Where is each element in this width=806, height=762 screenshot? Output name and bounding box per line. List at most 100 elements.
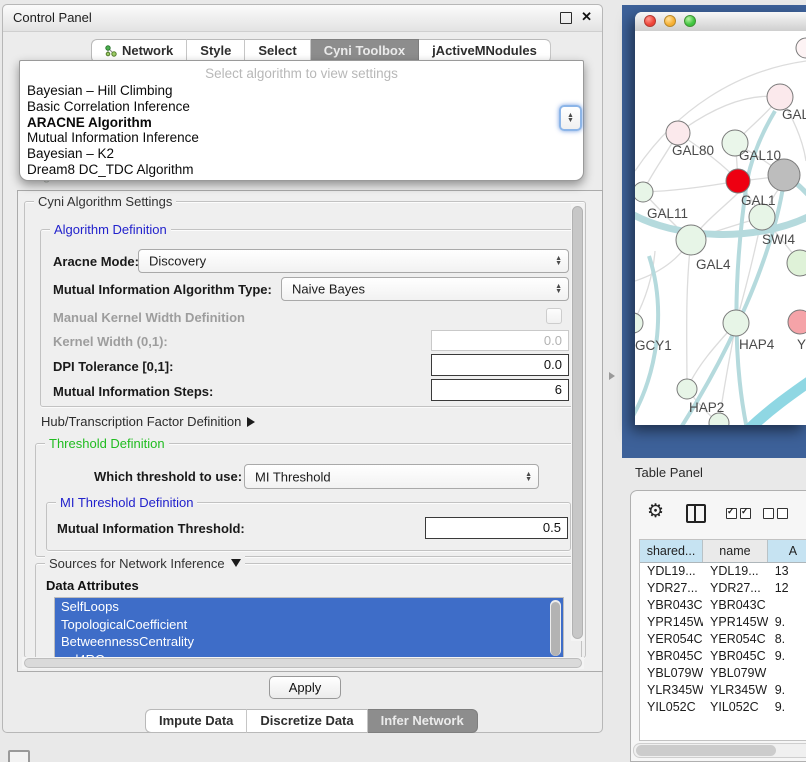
node-swi4[interactable] (787, 250, 806, 276)
column-header-3[interactable]: A (768, 540, 806, 562)
dropdown-item[interactable]: Dream8 DC_TDC Algorithm (20, 162, 583, 178)
node-gal4[interactable] (676, 225, 706, 255)
dropdown-item[interactable]: Bayesian – Hill Climbing (20, 83, 583, 99)
node-hap4[interactable] (723, 310, 749, 336)
table-panel: ⚙ shared...nameA YDL19...YDL19...13YDR27… (630, 490, 806, 762)
mi-type-value: Naive Bayes (292, 282, 365, 297)
which-threshold-label: Which threshold to use: (94, 469, 242, 484)
panel-splitter-handle[interactable] (609, 372, 615, 380)
table-row[interactable]: YBL079WYBL079W (640, 665, 806, 682)
float-window-icon[interactable] (560, 12, 572, 24)
mi-threshold-group: MI Threshold Definition Mutual Informati… (46, 502, 571, 551)
settings-vertical-scrollbar[interactable] (571, 204, 584, 641)
hub-definition-expander[interactable]: Hub/Transcription Factor Definition (41, 414, 255, 429)
data-attributes-label: Data Attributes (46, 578, 139, 593)
close-traffic-light-icon[interactable] (644, 15, 656, 27)
which-threshold-select[interactable]: MI Threshold ▲▼ (244, 464, 539, 489)
tab-label: jActiveMNodules (432, 40, 537, 62)
mi-threshold-input[interactable]: 0.5 (425, 517, 568, 539)
algorithm-combo-spinner[interactable]: ▲▼ (559, 105, 582, 131)
node-gal10-label: GAL10 (739, 148, 781, 163)
node-gcy1[interactable] (635, 313, 643, 333)
table-cell (768, 597, 806, 614)
table-cell: YPR145W (640, 614, 703, 631)
tab-label: Infer Network (381, 710, 464, 732)
column-header-1[interactable]: shared... (640, 540, 703, 562)
table-horizontal-scrollbar[interactable] (633, 743, 806, 758)
table-cell: YPR145W (703, 614, 768, 631)
node-red[interactable] (726, 169, 750, 193)
node-gal11[interactable] (635, 182, 653, 202)
table-row[interactable]: YDL19...YDL19...13 (640, 563, 806, 580)
columns-icon[interactable] (686, 504, 706, 523)
column-header-2[interactable]: name (703, 540, 768, 562)
tab-discretize-data[interactable]: Discretize Data (247, 709, 367, 733)
kernel-width-input[interactable]: 0.0 (431, 330, 569, 351)
table-row[interactable]: YBR045CYBR045C9. (640, 648, 806, 665)
apply-button[interactable]: Apply (269, 676, 341, 699)
table-cell: YBL079W (703, 665, 768, 682)
deselect-all-checks-icon[interactable] (763, 508, 788, 519)
table-row[interactable]: YBR043CYBR043C (640, 597, 806, 614)
table-row[interactable]: YER054CYER054C8. (640, 631, 806, 648)
table-cell: YDR27... (703, 580, 768, 597)
gear-icon[interactable]: ⚙ (647, 500, 664, 523)
node-hap2[interactable] (677, 379, 697, 399)
mi-type-select[interactable]: Naive Bayes ▲▼ (281, 277, 569, 301)
sources-group-title[interactable]: Sources for Network Inference (45, 556, 245, 571)
table-cell: 9. (768, 682, 806, 699)
table-cell: YDR27... (640, 580, 703, 597)
dropdown-item[interactable]: Basic Correlation Inference (20, 99, 583, 115)
zoom-traffic-light-icon[interactable] (684, 15, 696, 27)
settings-horizontal-scrollbar[interactable] (22, 657, 584, 669)
threshold-definition-group: Threshold Definition Which threshold to … (35, 443, 582, 557)
table-cell: YBR043C (640, 597, 703, 614)
dropdown-item[interactable]: Bayesian – K2 (20, 146, 583, 162)
data-attributes-list[interactable]: SelfLoopsTopologicalCoefficientBetweenne… (54, 597, 564, 659)
control-panel-tabs: NetworkStyleSelectCyni ToolboxjActiveMNo… (91, 39, 551, 61)
tab-impute-data[interactable]: Impute Data (145, 709, 247, 733)
node-gray[interactable] (768, 159, 800, 191)
attribute-list-item[interactable]: BetweennessCentrality (55, 633, 563, 651)
table-row[interactable]: YDR27...YDR27...12 (640, 580, 806, 597)
minimize-traffic-light-icon[interactable] (664, 15, 676, 27)
table-row[interactable]: YPR145WYPR145W9. (640, 614, 806, 631)
hub-definition-label: Hub/Transcription Factor Definition (41, 414, 241, 429)
minimized-panel-icon[interactable] (8, 750, 30, 762)
list-vertical-scrollbar[interactable] (550, 600, 561, 656)
network-canvas[interactable]: GALGAL80GAL10GAL1GAL11GAL4SWI4GCY1HAP4YH… (635, 31, 806, 425)
table-cell: 8. (768, 631, 806, 648)
table-cell: YLR345W (640, 682, 703, 699)
attribute-list-item[interactable]: SelfLoops (55, 598, 563, 616)
close-window-icon[interactable]: ✕ (581, 9, 592, 25)
table-cell: 9. (768, 614, 806, 631)
table-cell: 13 (768, 563, 806, 580)
aracne-mode-select[interactable]: Discovery ▲▼ (138, 249, 569, 273)
manual-kernel-checkbox[interactable] (546, 308, 562, 324)
table-cell: 12 (768, 580, 806, 597)
settings-scroll-panel: Cyni Algorithm Settings Algorithm Defini… (17, 190, 603, 672)
node-y-label: Y (797, 337, 806, 352)
table-row[interactable]: YIL052CYIL052C9. (640, 699, 806, 716)
aracne-mode-label: Aracne Mode: (53, 254, 139, 269)
attribute-list-item[interactable]: TopologicalCoefficient (55, 616, 563, 634)
dpi-tolerance-input[interactable]: 0.0 (431, 354, 569, 376)
dropdown-item[interactable]: Mutual Information Inference (20, 130, 583, 146)
tab-label: Style (200, 40, 231, 62)
attribute-table[interactable]: shared...nameA YDL19...YDL19...13YDR27..… (639, 539, 806, 741)
node-top-partial[interactable] (796, 38, 806, 58)
control-panel-window: Control Panel ✕ NetworkStyleSelectCyni T… (2, 4, 603, 733)
table-row[interactable]: YLR345WYLR345W9. (640, 682, 806, 699)
mi-steps-input[interactable]: 6 (431, 379, 569, 401)
dropdown-item[interactable]: ARACNE Algorithm (20, 115, 583, 131)
table-cell: YDL19... (703, 563, 768, 580)
tab-infer-network[interactable]: Infer Network (368, 709, 478, 733)
node-y[interactable] (788, 310, 806, 334)
select-all-checks-icon[interactable] (726, 508, 751, 519)
table-toolbar: ⚙ (631, 491, 806, 535)
mi-threshold-group-title: MI Threshold Definition (56, 495, 197, 510)
table-panel-title: Table Panel (635, 465, 703, 480)
aracne-mode-value: Discovery (149, 254, 206, 269)
table-cell: YBR045C (640, 648, 703, 665)
node-gal80[interactable] (666, 121, 690, 145)
